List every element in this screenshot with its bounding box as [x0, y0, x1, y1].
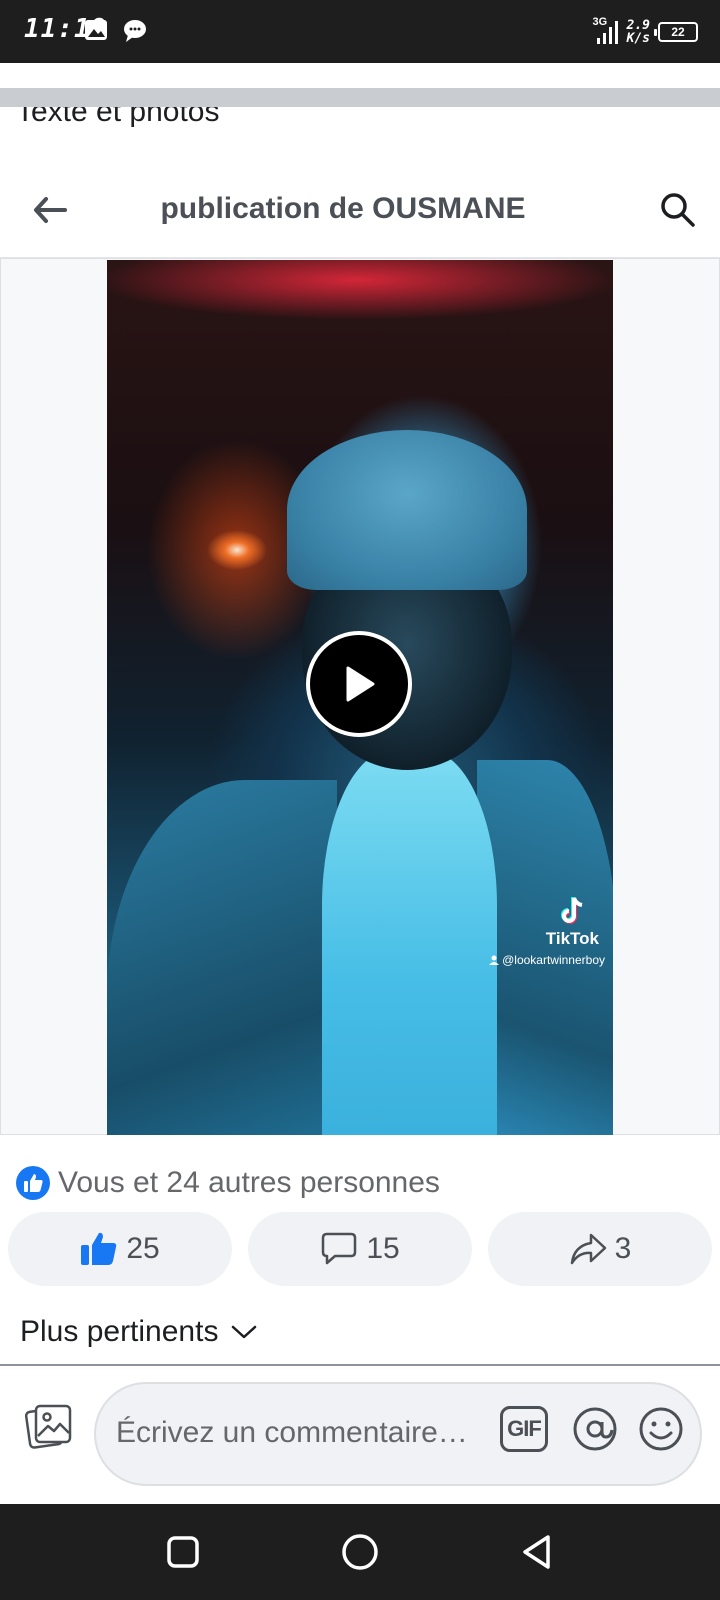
chevron-down-icon — [232, 1325, 257, 1339]
battery-icon: 22 — [654, 22, 698, 42]
speed-unit: K/s — [626, 31, 650, 46]
tiktok-username: @lookartwinnerboy — [488, 953, 605, 967]
tiktok-username-text: @lookartwinnerboy — [502, 953, 605, 967]
video-scene — [287, 430, 527, 590]
recents-square-icon — [167, 1536, 199, 1568]
back-triangle-icon — [523, 1535, 550, 1569]
status-bar: 11:19 3G 2.9 K/s 22 — [0, 0, 720, 63]
search-button[interactable] — [656, 188, 700, 232]
like-count: 25 — [126, 1232, 160, 1265]
page-title: publication de OUSMANE — [160, 192, 526, 225]
battery-level: 22 — [671, 25, 685, 39]
share-button[interactable]: 3 — [488, 1212, 712, 1286]
reactions-summary[interactable]: Vous et 24 autres personnes — [16, 1165, 440, 1201]
comment-sort-dropdown[interactable]: Plus pertinents — [20, 1315, 258, 1349]
comment-placeholder: Écrivez un commentaire… — [116, 1416, 468, 1449]
sort-label: Plus pertinents — [20, 1315, 219, 1348]
recents-button[interactable] — [163, 1532, 203, 1572]
share-icon — [570, 1233, 606, 1265]
video-scene — [322, 750, 497, 1135]
emoji-button[interactable] — [636, 1404, 686, 1454]
search-icon — [661, 193, 695, 227]
emoji-icon — [639, 1407, 683, 1451]
thumbs-up-icon — [81, 1232, 117, 1265]
comment-count: 15 — [366, 1232, 400, 1265]
tiktok-brand: TikTok — [545, 929, 599, 948]
chat-bubble-icon — [122, 18, 148, 49]
home-circle-icon — [342, 1534, 378, 1570]
post-header: publication de OUSMANE — [0, 172, 720, 254]
image-icon — [84, 18, 108, 47]
comment-icon — [322, 1232, 357, 1265]
share-count: 3 — [614, 1232, 632, 1265]
play-icon — [346, 666, 375, 702]
network-speed: 2.9 K/s — [627, 19, 650, 45]
home-button[interactable] — [340, 1532, 380, 1572]
back-nav-button[interactable] — [517, 1532, 557, 1572]
like-reaction-icon — [16, 1166, 50, 1200]
status-right-group: 3G 2.9 K/s 22 — [593, 12, 698, 52]
comment-composer: Écrivez un commentaire… GIF — [0, 1366, 720, 1504]
tiktok-logo-icon — [561, 897, 583, 924]
comment-button[interactable]: 15 — [248, 1212, 472, 1286]
video-scene — [107, 780, 337, 1135]
reactions-text: Vous et 24 autres personnes — [58, 1166, 440, 1199]
grey-divider — [0, 88, 720, 107]
add-photo-button[interactable] — [22, 1398, 76, 1452]
mention-button[interactable] — [570, 1404, 620, 1454]
mention-icon — [573, 1407, 617, 1451]
like-button[interactable]: 25 — [8, 1212, 232, 1286]
tiktok-watermark: TikTok @lookartwinnerboy — [488, 895, 605, 967]
user-icon — [488, 955, 499, 965]
signal-icon: 3G — [592, 16, 619, 46]
gif-button[interactable]: GIF — [500, 1406, 548, 1452]
play-button[interactable] — [306, 631, 412, 737]
photo-icon — [24, 1404, 72, 1449]
network-type: 3G — [592, 16, 608, 28]
system-nav-bar — [0, 1504, 720, 1600]
comment-input[interactable]: Écrivez un commentaire… GIF — [94, 1382, 702, 1486]
